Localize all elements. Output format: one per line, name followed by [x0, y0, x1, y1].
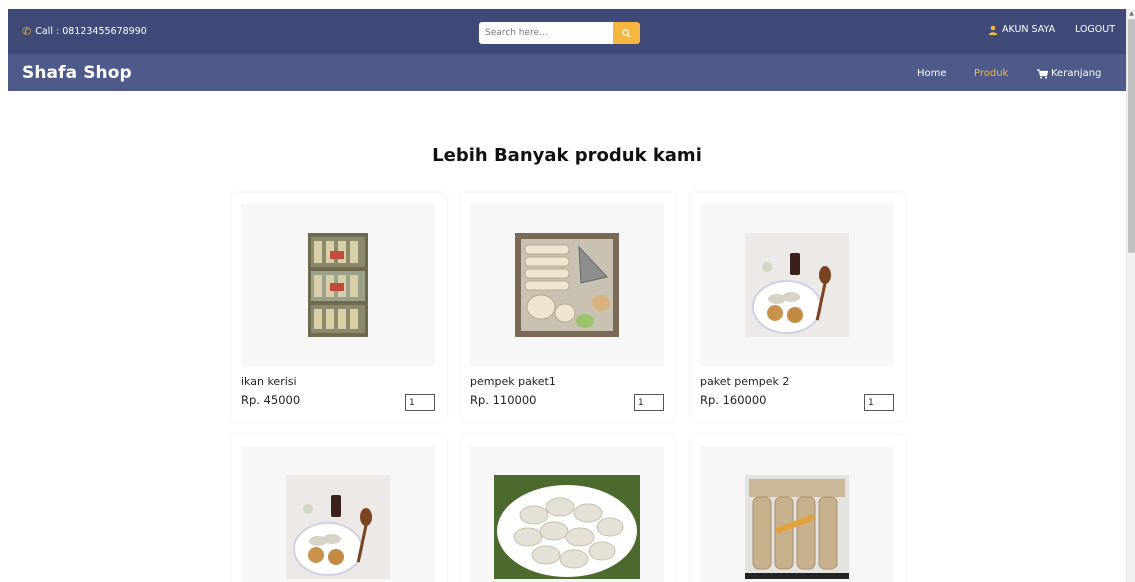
product-grid: ikan kerisi Rp. 45000 1 pempek paket1 Rp…: [232, 193, 908, 582]
product-image-box[interactable]: [241, 446, 435, 582]
product-card[interactable]: ikan kerisi Rp. 45000: [232, 193, 446, 421]
product-card[interactable]: [232, 435, 446, 582]
top-bar: ✆ Call : 08123455678990 AKUN SAYA LOGOUT: [8, 9, 1126, 54]
quantity-input[interactable]: [864, 394, 894, 411]
cart-icon: [1037, 68, 1048, 79]
product-name[interactable]: ikan kerisi: [241, 375, 297, 388]
product-image: [745, 233, 849, 337]
product-card[interactable]: paket pempek 2 Rp. 160000: [691, 193, 905, 421]
search-form: [479, 22, 640, 44]
page-scrollbar[interactable]: ▲: [1126, 9, 1135, 582]
product-image-box[interactable]: [470, 446, 664, 582]
nav-produk[interactable]: Produk: [974, 68, 1008, 79]
product-image: [515, 233, 619, 337]
nav-keranjang[interactable]: Keranjang: [1037, 68, 1101, 79]
product-price: Rp. 110000: [470, 393, 537, 407]
product-image: [286, 475, 390, 579]
product-card[interactable]: pempek paket1 Rp. 110000: [461, 193, 675, 421]
scroll-up-icon[interactable]: ▲: [1128, 10, 1135, 17]
brand-logo[interactable]: Shafa Shop: [22, 63, 132, 83]
search-icon: [622, 28, 631, 38]
product-price: Rp. 160000: [700, 393, 767, 407]
phone-icon: ✆: [22, 25, 32, 38]
product-image: [308, 233, 368, 337]
product-name[interactable]: pempek paket1: [470, 375, 556, 388]
scrollbar-thumb[interactable]: [1128, 19, 1135, 253]
product-image-box[interactable]: [470, 204, 664, 366]
product-image-box[interactable]: [700, 204, 894, 366]
quantity-input[interactable]: [405, 394, 435, 411]
main-navbar: Shafa Shop Home Produk Keranjang: [8, 54, 1126, 91]
product-image-box[interactable]: [241, 204, 435, 366]
nav-keranjang-label: Keranjang: [1051, 68, 1102, 79]
search-button[interactable]: [613, 22, 640, 44]
product-price: Rp. 45000: [241, 393, 301, 407]
account-label: AKUN SAYA: [1002, 24, 1056, 35]
product-image: [745, 475, 849, 579]
logout-link[interactable]: LOGOUT: [1075, 24, 1115, 35]
call-text: Call : 08123455678990: [35, 26, 147, 37]
account-link[interactable]: AKUN SAYA: [988, 24, 1055, 35]
call-info: ✆ Call : 08123455678990: [22, 25, 147, 38]
quantity-input[interactable]: [634, 394, 664, 411]
search-input[interactable]: [479, 22, 613, 44]
product-image: [494, 475, 640, 579]
product-card[interactable]: [691, 435, 905, 582]
product-name[interactable]: paket pempek 2: [700, 375, 789, 388]
product-image-box[interactable]: [700, 446, 894, 582]
product-card[interactable]: [461, 435, 675, 582]
page-heading: Lebih Banyak produk kami: [432, 145, 702, 166]
browser-viewport: ✆ Call : 08123455678990 AKUN SAYA LOGOUT…: [8, 9, 1126, 582]
user-icon: [988, 25, 998, 35]
nav-home[interactable]: Home: [917, 68, 947, 79]
